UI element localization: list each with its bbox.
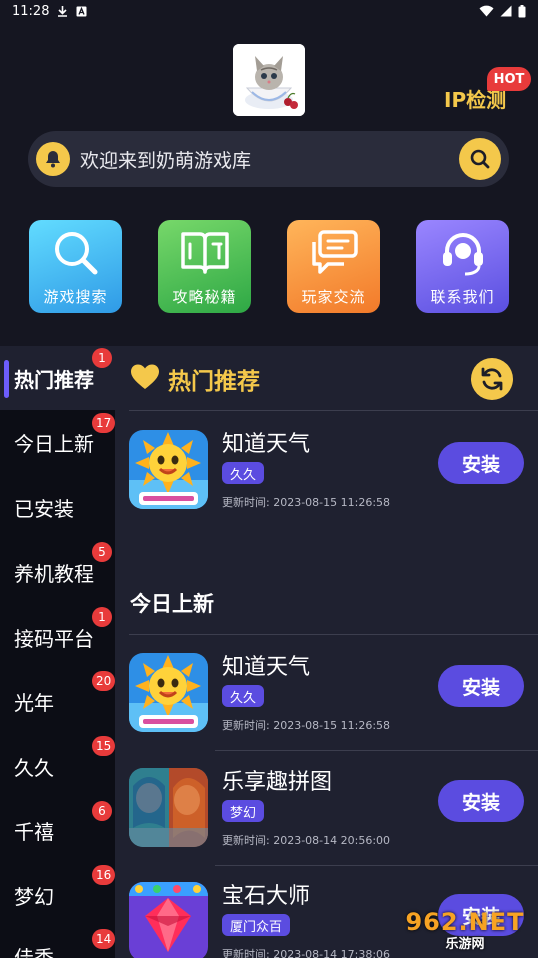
hot-badge: HOT — [487, 67, 531, 91]
divider — [129, 410, 538, 411]
tile-contact-us[interactable]: 联系我们 — [416, 220, 509, 313]
sidebar-item-label: 梦幻 — [14, 884, 54, 909]
app-name: 宝石大师 — [222, 884, 311, 909]
sun-app-icon — [129, 653, 208, 732]
list-item[interactable]: 知道天气 久久 更新时间: 2023-08-15 11:26:58 安装 — [129, 424, 538, 514]
tile-guides[interactable]: 攻略秘籍 — [158, 220, 251, 313]
signal-icon — [500, 5, 512, 17]
status-time: 11:28 — [12, 3, 50, 19]
refresh-icon[interactable] — [471, 358, 513, 400]
sun-app-icon — [129, 430, 208, 509]
watermark-logo: 962.NET 乐游网 — [398, 906, 532, 954]
install-button[interactable]: 安装 — [438, 665, 524, 707]
search-icon[interactable] — [459, 138, 501, 180]
app-update-time: 更新时间: 2023-08-15 11:26:58 — [222, 496, 391, 509]
sidebar-item-label: 热门推荐 — [14, 367, 94, 392]
sidebar-item-label: 已安装 — [14, 496, 74, 521]
search-placeholder-text: 欢迎来到奶萌游戏库 — [80, 149, 252, 172]
chat-icon — [308, 220, 360, 286]
app-name: 知道天气 — [222, 655, 311, 680]
bell-icon — [36, 142, 70, 176]
headset-icon — [437, 220, 489, 286]
divider — [215, 865, 538, 866]
tile-label: 玩家交流 — [301, 288, 366, 306]
section-title-today-new: 今日上新 — [130, 592, 214, 616]
search-bar[interactable]: 欢迎来到奶萌游戏库 — [28, 131, 509, 187]
sidebar-badge: 17 — [92, 413, 116, 433]
sidebar-badge: 1 — [92, 348, 112, 368]
watermark-line2: 乐游网 — [445, 937, 485, 952]
puzzle-app-icon — [129, 768, 208, 847]
app-tag: 厦门众百 — [222, 914, 291, 936]
install-button[interactable]: 安装 — [438, 780, 524, 822]
app-tag: 久久 — [222, 462, 265, 484]
app-update-time: 更新时间: 2023-08-15 11:26:58 — [222, 719, 391, 732]
tile-label: 联系我们 — [430, 288, 495, 306]
tile-label: 攻略秘籍 — [172, 288, 237, 306]
list-item[interactable]: 知道天气 久久 更新时间: 2023-08-15 11:26:58 安装 — [129, 647, 538, 737]
app-name: 知道天气 — [222, 432, 311, 457]
tile-player-chat[interactable]: 玩家交流 — [287, 220, 380, 313]
app-update-time: 更新时间: 2023-08-14 17:38:06 — [222, 948, 391, 958]
battery-icon — [518, 4, 526, 18]
sidebar-item-label: 养机教程 — [14, 561, 94, 586]
section-title: 热门推荐 — [168, 369, 260, 395]
sidebar-badge: 1 — [92, 607, 112, 627]
wifi-icon — [479, 5, 494, 17]
app-logo — [233, 44, 305, 116]
sidebar-item-label: 千禧 — [14, 819, 54, 844]
watermark-line1: 962.NET — [405, 908, 525, 936]
install-button[interactable]: 安装 — [438, 442, 524, 484]
sidebar-badge: 6 — [92, 801, 112, 821]
magnifier-icon — [50, 220, 102, 286]
app-tag: 久久 — [222, 685, 265, 707]
sidebar-badge: 16 — [92, 865, 116, 885]
tile-game-search[interactable]: 游戏搜索 — [29, 220, 122, 313]
list-item[interactable]: 乐享趣拼图 梦幻 更新时间: 2023-08-14 20:56:00 安装 — [129, 762, 538, 852]
app-tag: 梦幻 — [222, 800, 265, 822]
heart-icon — [130, 363, 160, 396]
main-content: 热门推荐 知道天气 久久 更新时间: 2023-08-15 11:26:58 安… — [115, 346, 538, 958]
gem-app-icon — [129, 882, 208, 958]
sidebar-item-label: 久久 — [14, 755, 54, 780]
sidebar-badge: 5 — [92, 542, 112, 562]
sidebar-badge: 15 — [92, 736, 116, 756]
sidebar-item-installed[interactable]: 已安装 — [0, 475, 115, 539]
divider — [129, 634, 538, 635]
book-icon — [179, 220, 231, 286]
sidebar-badge: 20 — [92, 671, 116, 691]
divider — [215, 750, 538, 751]
status-bar: 11:28 — [0, 0, 538, 22]
sidebar-item-label: 佳秀 — [14, 945, 54, 958]
notification-a-icon — [76, 6, 87, 17]
download-icon — [57, 5, 68, 17]
sidebar-badge: 14 — [92, 929, 116, 949]
app-update-time: 更新时间: 2023-08-14 20:56:00 — [222, 834, 391, 847]
sidebar-item-label: 接码平台 — [14, 626, 94, 651]
sidebar-item-label: 光年 — [14, 690, 54, 715]
app-name: 乐享趣拼图 — [222, 770, 333, 795]
section-header-hot: 热门推荐 — [130, 362, 260, 396]
category-sidebar: 热门推荐 1 今日上新 17 已安装 养机教程 5 接码平台 1 光年 20 久… — [0, 346, 116, 958]
tile-label: 游戏搜索 — [43, 288, 108, 306]
sidebar-item-label: 今日上新 — [14, 431, 94, 456]
